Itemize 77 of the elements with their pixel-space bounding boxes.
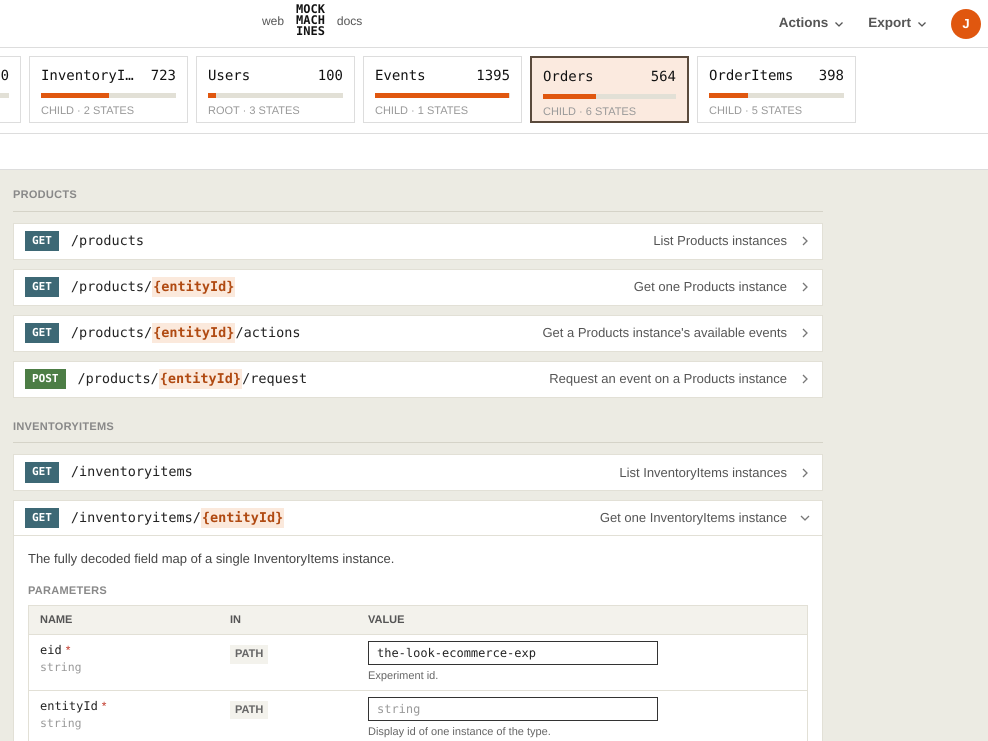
endpoint-summary: Get one InventoryItems instance <box>600 509 787 528</box>
method-badge: GET <box>25 322 59 344</box>
entity-card[interactable]: Events 1395 CHILD · 1 STATES <box>363 56 522 123</box>
logo[interactable]: MOCK MACH INES <box>296 3 325 38</box>
section-heading: INVENTORYITEMS <box>13 418 823 443</box>
path-text: /request <box>242 370 308 389</box>
entity-count: 564 <box>650 68 676 87</box>
method-badge: GET <box>25 276 59 298</box>
endpoint-header[interactable]: GET /products/{entityId} Get one Products instance <box>14 270 822 304</box>
entity-meta: ROOT · 3 STATES <box>208 104 301 119</box>
entity-meta: CHILD · 5 STATES <box>709 104 804 119</box>
entity-name: Users <box>208 67 250 86</box>
parameter-name: eid <box>40 642 62 659</box>
endpoint-header[interactable]: GET /inventoryitems List InventoryItems instances <box>14 455 822 490</box>
path-text: /inventoryitems <box>70 463 193 482</box>
nav-link[interactable]: web <box>262 12 284 30</box>
column-header: VALUE <box>368 612 406 628</box>
parameter-name: entityId <box>40 698 98 714</box>
entity-count: 398 <box>818 67 844 86</box>
path-text: /actions <box>235 324 300 343</box>
path-parameter: {entityId} <box>152 322 236 344</box>
parameter-help: Display id of one instance of the type. <box>368 724 551 740</box>
required-marker: * <box>102 698 106 714</box>
entity-count: 100 <box>318 67 343 86</box>
entity-count: 723 <box>150 67 176 86</box>
endpoint-summary: Request an event on a Products instance <box>549 370 787 388</box>
location-tag: PATH <box>230 700 268 719</box>
parameters-heading: PARAMETERS <box>28 584 108 598</box>
entity-name: Events <box>375 67 426 86</box>
path-parameter: {entityId} <box>152 276 236 298</box>
endpoint-summary: List InventoryItems instances <box>619 464 787 482</box>
entity-card[interactable]: InventoryI… 723 CHILD · 2 STATES <box>29 56 188 123</box>
endpoint-header[interactable]: POST /products/{entityId}/request Request an event on a Products instance <box>14 362 822 396</box>
endpoint-header[interactable]: GET /products/{entityId}/actions Get a Products instance's available events <box>14 316 822 350</box>
entity-card[interactable]: 0 <box>0 56 21 123</box>
user-avatar[interactable]: J <box>951 8 981 38</box>
parameter-type: string <box>40 659 83 676</box>
endpoint-summary: Get a Products instance's available events <box>542 324 787 342</box>
path-parameter: {entityId} <box>200 508 284 528</box>
parameter-input[interactable]: the-look-ecommerce-exp <box>368 641 658 665</box>
path-text: /products/ <box>70 324 152 343</box>
column-header: IN <box>230 612 242 628</box>
required-marker: * <box>66 642 70 659</box>
entity-meta: CHILD · 6 STATES <box>543 105 638 120</box>
parameter-type: string <box>40 714 83 732</box>
entity-card[interactable]: Orders 564 CHILD · 6 STATES <box>530 56 689 123</box>
parameter-help: Experiment id. <box>368 669 438 684</box>
method-badge: GET <box>25 230 59 252</box>
location-tag: PATH <box>230 645 268 664</box>
method-badge: POST <box>25 368 66 390</box>
entity-card[interactable]: OrderItems 398 CHILD · 5 STATES <box>697 56 856 123</box>
entity-name: Orders <box>543 68 594 87</box>
path-text: /inventoryitems/ <box>70 508 201 528</box>
path-text: /products <box>70 232 144 251</box>
method-badge: GET <box>25 508 59 528</box>
entity-meta: CHILD · 2 STATES <box>41 104 136 119</box>
endpoint-header[interactable]: GET /inventoryitems/{entityId} Get one InventoryItems instance <box>14 501 822 536</box>
path-text: /products/ <box>70 278 152 297</box>
endpoint-header[interactable]: GET /products List Products instances <box>14 224 822 258</box>
parameter-input[interactable]: string <box>368 696 658 720</box>
nav-link[interactable]: docs <box>336 12 362 30</box>
entity-count: 1395 <box>476 67 510 86</box>
entity-meta: CHILD · 1 STATES <box>375 104 470 119</box>
entity-card[interactable]: Users 100 ROOT · 3 STATES <box>196 56 355 123</box>
entity-name: InventoryI… <box>41 67 134 86</box>
menu-button[interactable]: Actions <box>778 13 844 34</box>
path-parameter: {entityId} <box>158 368 242 390</box>
column-header: NAME <box>40 612 74 628</box>
endpoint-description: The fully decoded field map of a single InventoryItems instance. <box>28 550 396 568</box>
endpoint-summary: List Products instances <box>653 232 787 250</box>
method-badge: GET <box>25 462 59 483</box>
entity-name: OrderItems <box>709 67 794 86</box>
path-text: /products/ <box>78 370 159 389</box>
section-heading: PRODUCTS <box>13 187 823 212</box>
entity-count: 0 <box>0 67 9 86</box>
menu-button[interactable]: Export <box>868 13 927 34</box>
endpoint-summary: Get one Products instance <box>634 278 787 296</box>
